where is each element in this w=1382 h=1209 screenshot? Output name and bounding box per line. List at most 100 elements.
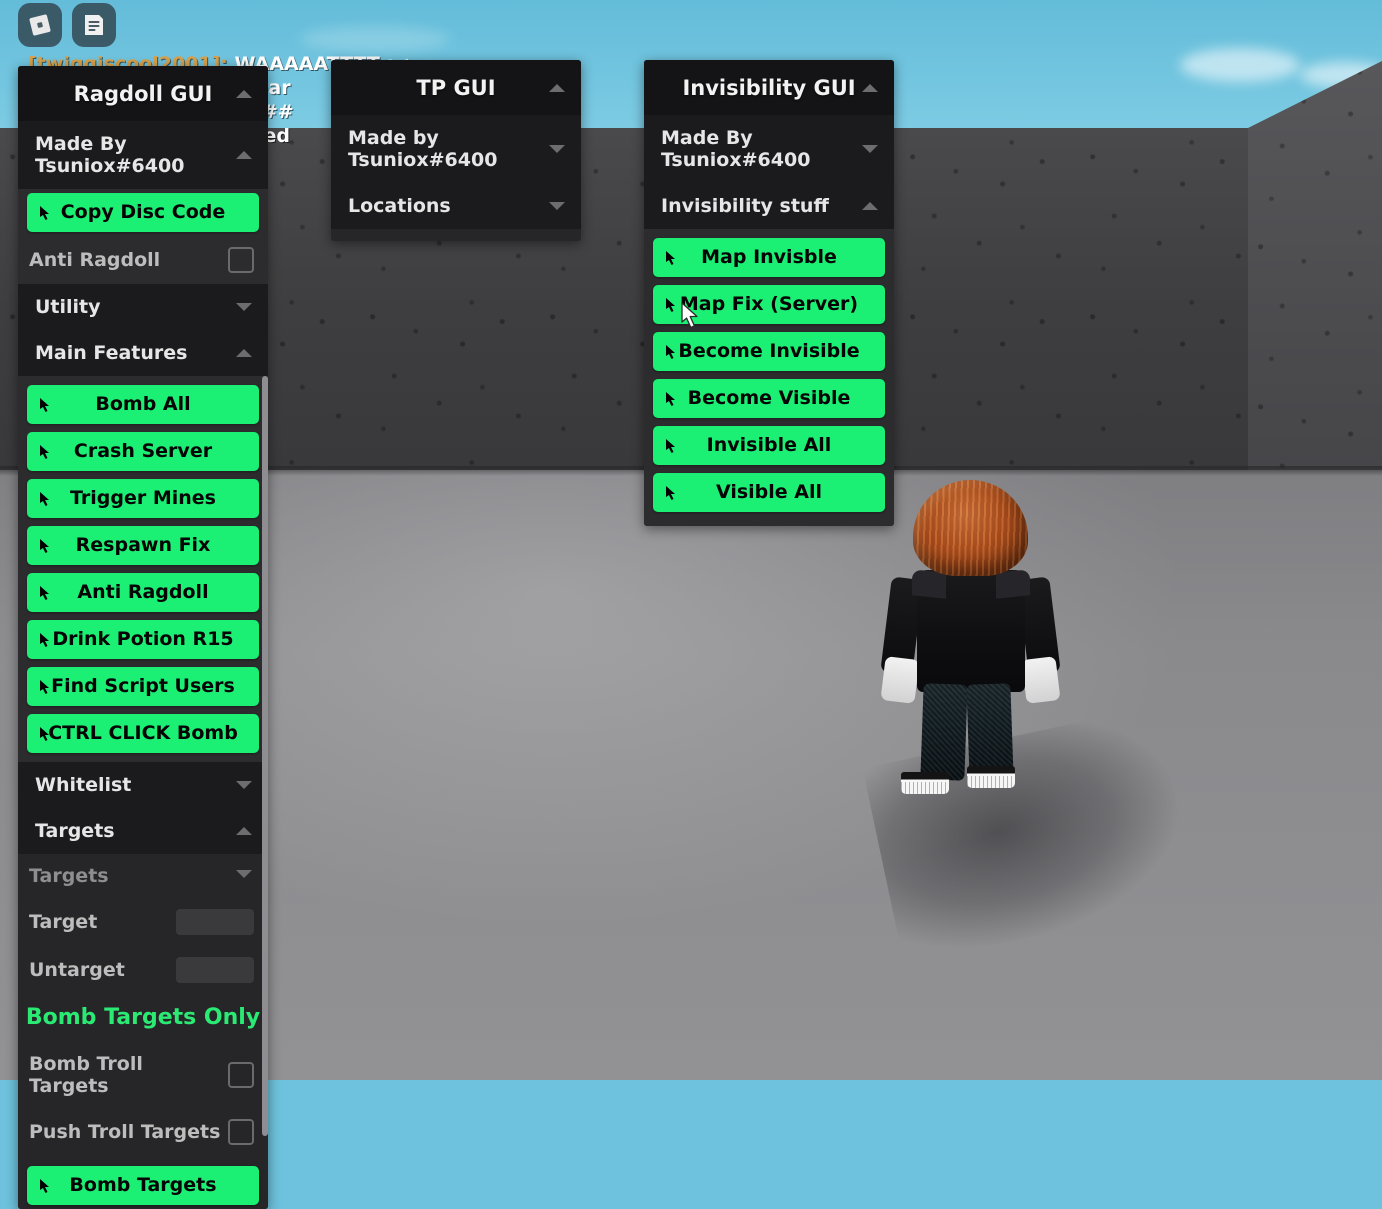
- mouse-pointer: [681, 302, 703, 337]
- cursor-icon: [665, 391, 677, 407]
- row-label: Anti Ragdoll: [29, 249, 160, 271]
- button-crash-server[interactable]: Crash Server: [27, 432, 259, 471]
- cursor-icon: [665, 297, 677, 313]
- button-wrap: Map Invisble: [644, 234, 894, 281]
- button-label: Copy Disc Code: [61, 201, 226, 223]
- panel-scrollbar[interactable]: [262, 376, 268, 1136]
- button-ctrl-click-bomb[interactable]: CTRL CLICK Bomb: [27, 714, 259, 753]
- button-wrap: CTRL CLICK Bomb: [18, 710, 268, 757]
- button-label: Respawn Fix: [76, 534, 211, 556]
- panel-title-invisibility[interactable]: Invisibility GUI: [644, 60, 894, 115]
- wall-texture: [1248, 58, 1382, 528]
- chevron-down-icon[interactable]: [236, 303, 252, 311]
- button-label: Anti Ragdoll: [77, 581, 208, 603]
- button-wrap: Find Script Users: [18, 663, 268, 710]
- chevron-up-icon[interactable]: [549, 84, 565, 92]
- button-wrap: Anti Ragdoll: [18, 569, 268, 616]
- avatar-right-shoe: [967, 766, 1015, 788]
- button-bomb-all[interactable]: Bomb All: [27, 385, 259, 424]
- button-bomb-targets[interactable]: Bomb Targets: [27, 1166, 259, 1205]
- button-label: Trigger Mines: [70, 487, 216, 509]
- panel-ragdoll-gui[interactable]: Ragdoll GUI Made By Tsuniox#6400 Copy Di…: [18, 66, 268, 1209]
- checkbox-push-troll-targets[interactable]: [228, 1119, 254, 1145]
- button-become-invisible[interactable]: Become Invisible: [653, 332, 885, 371]
- button-visible-all[interactable]: Visible All: [653, 473, 885, 512]
- section-credit-tp[interactable]: Made by Tsuniox#6400: [331, 115, 581, 183]
- checkbox-anti-ragdoll[interactable]: [228, 247, 254, 273]
- row-label: Push Troll Targets: [29, 1121, 220, 1143]
- button-invisible-all[interactable]: Invisible All: [653, 426, 885, 465]
- chevron-down-icon[interactable]: [549, 202, 565, 210]
- chevron-down-icon[interactable]: [862, 145, 878, 153]
- section-targets[interactable]: Targets: [18, 808, 268, 854]
- button-map-invisible[interactable]: Map Invisble: [653, 238, 885, 277]
- section-label: Invisibility stuff: [661, 195, 829, 217]
- roblox-logo-icon[interactable]: [18, 3, 62, 47]
- avatar-left-cuff: [880, 656, 919, 704]
- avatar-right-cuff: [1021, 656, 1060, 704]
- section-utility[interactable]: Utility: [18, 284, 268, 330]
- row-push-troll-targets[interactable]: Push Troll Targets: [18, 1108, 268, 1156]
- chat-icon[interactable]: [72, 3, 116, 47]
- row-bomb-troll-targets[interactable]: Bomb Troll Targets: [18, 1042, 268, 1108]
- button-drink-potion-r15[interactable]: Drink Potion R15: [27, 620, 259, 659]
- section-label: Locations: [348, 195, 451, 217]
- chevron-down-icon[interactable]: [236, 781, 252, 789]
- button-copy-disc-code[interactable]: Copy Disc Code: [27, 193, 259, 232]
- section-label: Utility: [35, 296, 101, 318]
- cursor-icon: [39, 397, 51, 413]
- row-untarget-input[interactable]: Untarget: [18, 946, 268, 994]
- chevron-up-icon[interactable]: [236, 151, 252, 159]
- button-label: Bomb Targets: [69, 1174, 216, 1196]
- untarget-input[interactable]: [176, 957, 254, 983]
- target-input[interactable]: [176, 909, 254, 935]
- subsection-targets[interactable]: Targets: [18, 854, 268, 898]
- panel-title-tp[interactable]: TP GUI: [331, 60, 581, 115]
- button-find-script-users[interactable]: Find Script Users: [27, 667, 259, 706]
- topbar-icons: [18, 3, 116, 47]
- button-anti-ragdoll[interactable]: Anti Ragdoll: [27, 573, 259, 612]
- chevron-up-icon[interactable]: [862, 202, 878, 210]
- chevron-down-icon[interactable]: [236, 870, 252, 878]
- cursor-icon: [39, 679, 51, 695]
- button-respawn-fix[interactable]: Respawn Fix: [27, 526, 259, 565]
- button-label: Bomb All: [95, 393, 190, 415]
- row-target-input[interactable]: Target: [18, 898, 268, 946]
- section-credit-invisibility[interactable]: Made By Tsuniox#6400: [644, 115, 894, 183]
- button-trigger-mines[interactable]: Trigger Mines: [27, 479, 259, 518]
- button-become-visible[interactable]: Become Visible: [653, 379, 885, 418]
- section-locations[interactable]: Locations: [331, 183, 581, 229]
- panel-tp-gui[interactable]: TP GUI Made by Tsuniox#6400 Locations: [331, 60, 581, 241]
- button-label: Map Fix (Server): [680, 293, 858, 315]
- cursor-icon: [665, 438, 677, 454]
- button-label: CTRL CLICK Bomb: [48, 722, 238, 744]
- button-label: Become Invisible: [678, 340, 859, 362]
- cursor-icon: [39, 538, 51, 554]
- cursor-icon: [39, 205, 51, 221]
- chevron-up-icon[interactable]: [236, 90, 252, 98]
- button-wrap: Become Visible: [644, 375, 894, 422]
- panel-invisibility-gui[interactable]: Invisibility GUI Made By Tsuniox#6400 In…: [644, 60, 894, 526]
- section-main-features[interactable]: Main Features: [18, 330, 268, 376]
- chevron-up-icon[interactable]: [236, 827, 252, 835]
- section-label: Made by Tsuniox#6400: [348, 127, 497, 171]
- chevron-down-icon[interactable]: [549, 145, 565, 153]
- cursor-icon: [39, 585, 51, 601]
- avatar-hair-detail: [913, 480, 1028, 576]
- chevron-up-icon[interactable]: [862, 84, 878, 92]
- section-invisibility-stuff[interactable]: Invisibility stuff: [644, 183, 894, 229]
- cursor-icon: [665, 250, 677, 266]
- cursor-icon: [39, 491, 51, 507]
- section-label: Whitelist: [35, 774, 131, 796]
- panel-title-ragdoll[interactable]: Ragdoll GUI: [18, 66, 268, 121]
- checkbox-bomb-troll-targets[interactable]: [228, 1062, 254, 1088]
- chevron-up-icon[interactable]: [236, 349, 252, 357]
- cursor-icon: [39, 726, 51, 742]
- section-whitelist[interactable]: Whitelist: [18, 762, 268, 808]
- row-label: Target: [29, 911, 97, 933]
- button-label: Invisible All: [707, 434, 832, 456]
- row-anti-ragdoll-toggle[interactable]: Anti Ragdoll: [18, 236, 268, 284]
- avatar-right-shoulder: [996, 569, 1030, 599]
- section-credit-ragdoll[interactable]: Made By Tsuniox#6400: [18, 121, 268, 189]
- spacer: [331, 229, 581, 241]
